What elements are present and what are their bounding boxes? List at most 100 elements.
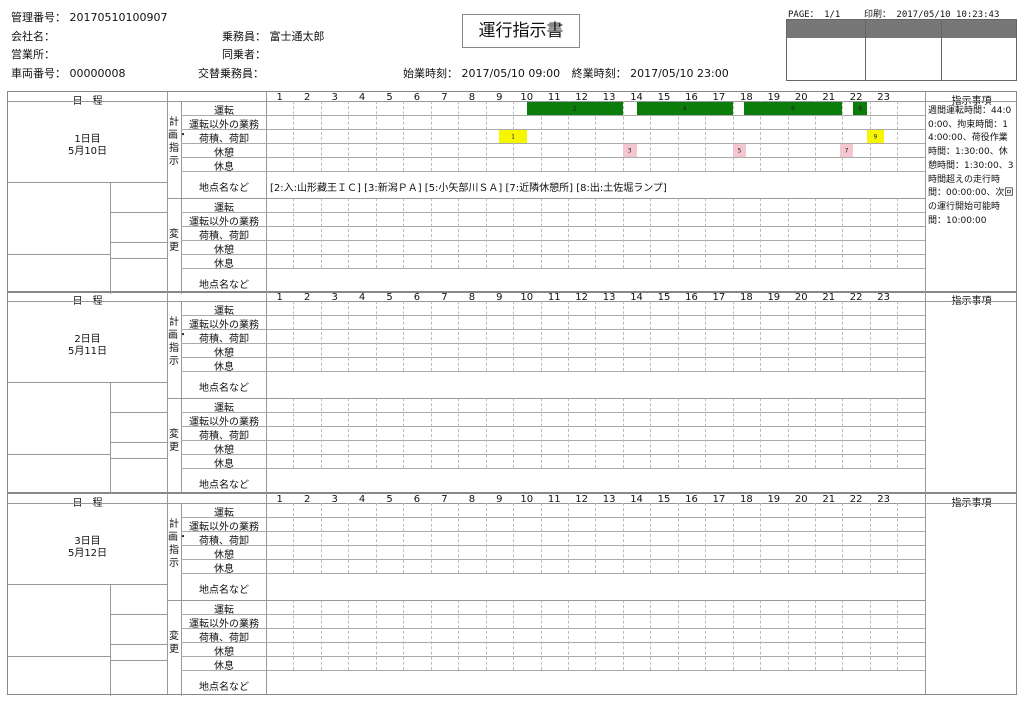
section-divider [167, 503, 925, 504]
plan-category-label: 計画・指示 [168, 117, 188, 167]
activity-row-line [181, 268, 925, 269]
hour-gridline [458, 301, 460, 371]
hour-gridline [787, 503, 789, 573]
hour-gridline [348, 198, 350, 268]
change-category-label: 変更 [169, 229, 179, 253]
hour-gridline [787, 600, 789, 670]
timeline-bar: 4 [636, 102, 733, 115]
hour-gridline [540, 503, 542, 573]
schedule-header: 日 程 [8, 494, 167, 509]
left-cell-divider [110, 644, 167, 645]
hour-gridline [567, 198, 569, 268]
hour-gridline [430, 301, 432, 371]
left-block-divider [8, 182, 167, 183]
hour-gridline [897, 301, 899, 371]
management-number: 管理番号： 20170510100907 [11, 9, 167, 25]
hour-gridline [705, 503, 707, 573]
section-divider [167, 600, 925, 601]
notes-column-divider [925, 92, 926, 292]
timeline-bar: 9 [867, 130, 884, 143]
hour-gridline [293, 301, 295, 371]
hour-gridline [705, 398, 707, 468]
hour-gridline [650, 301, 652, 371]
hour-gridline [760, 198, 762, 268]
plan-category-label: 計画・指示 [168, 317, 188, 367]
hour-gridline [732, 398, 734, 468]
instructions-header: 指示事項 [925, 494, 1018, 509]
hour-gridline [458, 198, 460, 268]
left-cell-divider [110, 412, 167, 413]
timeline-bar-label: 3 [627, 147, 632, 154]
hour-gridline [403, 503, 405, 573]
hour-gridline [375, 600, 377, 670]
hour-gridline [403, 198, 405, 268]
timeline-bar: 1 [499, 130, 527, 143]
left-cell-vertical [110, 182, 111, 294]
hour-gridline [595, 600, 597, 670]
hour-gridline [293, 101, 295, 171]
hour-gridline [760, 398, 762, 468]
day-block: 日 程1234567891011121314151617181920212223… [7, 493, 1018, 696]
end-time-value: 2017/05/10 23:00 [630, 67, 729, 80]
hour-gridline [897, 503, 899, 573]
left-block-divider [8, 382, 167, 383]
hour-gridline [760, 301, 762, 371]
left-cell-divider [110, 458, 167, 459]
hour-gridline [375, 301, 377, 371]
label-column-divider [266, 494, 267, 694]
hour-gridline [320, 301, 322, 371]
hour-gridline [842, 600, 844, 670]
hour-gridline [622, 101, 624, 171]
hour-gridline [430, 101, 432, 171]
left-cell-divider [8, 254, 110, 255]
hour-gridline [348, 503, 350, 573]
office-label: 営業所： [11, 48, 55, 61]
hour-gridline [705, 600, 707, 670]
timeline-bar: 5 [732, 144, 747, 157]
left-cell-divider [110, 242, 167, 243]
hour-gridline [842, 101, 844, 171]
hour-gridline [732, 301, 734, 371]
hour-gridline [567, 398, 569, 468]
hour-gridline [815, 301, 816, 371]
hour-gridline [842, 198, 844, 268]
approval-stamp-header [787, 20, 1016, 38]
hour-gridline [513, 503, 515, 573]
hour-gridline [430, 398, 432, 468]
left-cell-divider [8, 454, 110, 455]
hour-gridline [815, 198, 816, 268]
hour-gridline [897, 398, 899, 468]
hour-gridline [485, 600, 487, 670]
hour-gridline [293, 600, 295, 670]
hour-gridline [375, 101, 377, 171]
change-category-label: 変更 [169, 631, 179, 655]
hour-gridline [430, 600, 432, 670]
hour-gridline [403, 398, 405, 468]
hour-gridline [293, 398, 295, 468]
hour-gridline [760, 600, 762, 670]
activity-row-line [181, 573, 925, 574]
hour-gridline [348, 600, 350, 670]
hour-gridline [650, 198, 652, 268]
section-divider [167, 301, 925, 302]
crew: 乗務員： 富士通太郎 [222, 28, 325, 44]
plan-category-label: 計画・指示 [168, 519, 188, 569]
hour-gridline [485, 503, 487, 573]
hour-gridline [869, 301, 871, 371]
left-cell-divider [110, 212, 167, 213]
hour-gridline [869, 198, 871, 268]
instruction-notes: 週間運転時間：44:00:00、拘束時間：14:00:00、荷役作業時間：1:3… [928, 106, 1014, 226]
hour-gridline [787, 198, 789, 268]
hour-gridline [320, 198, 322, 268]
left-cell-divider [110, 660, 167, 661]
hour-gridline [485, 198, 487, 268]
timeline-bar-label: 4 [682, 105, 687, 112]
left-cell-vertical [110, 382, 111, 494]
hour-gridline [540, 301, 542, 371]
end-time-label: 終業時刻： [571, 67, 627, 80]
hour-gridline [567, 600, 569, 670]
timeline-bar: 3 [622, 144, 637, 157]
hour-gridline [842, 301, 844, 371]
activity-row-line [181, 371, 925, 372]
hour-gridline [320, 398, 322, 468]
